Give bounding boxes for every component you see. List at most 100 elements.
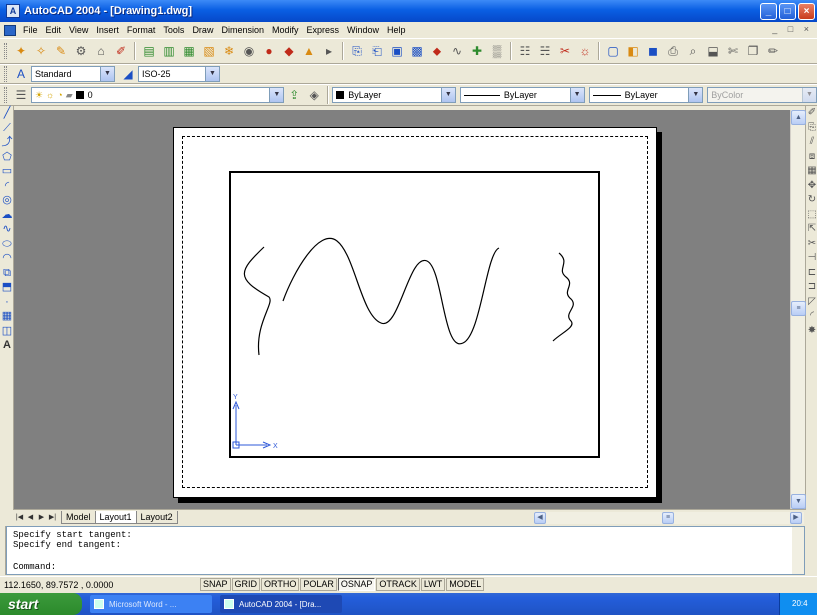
text-style-icon[interactable]: A xyxy=(12,65,30,83)
lineweight-select[interactable]: ByLayer ▼ xyxy=(588,87,704,103)
document-icon[interactable] xyxy=(4,24,16,36)
chevron-down-icon[interactable]: ▼ xyxy=(688,88,703,102)
hatch-icon[interactable]: ▦ xyxy=(0,309,14,324)
layer-lock-icon[interactable]: ● xyxy=(260,42,278,60)
make-layer-current-icon[interactable]: ⇪ xyxy=(285,86,303,104)
status-toggle-grid[interactable]: GRID xyxy=(231,578,261,591)
menu-draw[interactable]: Draw xyxy=(188,25,217,35)
menu-help[interactable]: Help xyxy=(383,25,410,35)
drawing-area[interactable]: Y X xyxy=(14,110,790,509)
horizontal-scroll-thumb[interactable]: ≡ xyxy=(662,512,674,524)
move-icon[interactable]: ✥ xyxy=(806,179,817,194)
menu-insert[interactable]: Insert xyxy=(92,25,123,35)
express-trim-icon[interactable]: ⌂ xyxy=(92,42,110,60)
status-toggle-otrack[interactable]: OTRACK xyxy=(376,578,420,591)
autocad-app-icon[interactable]: A xyxy=(6,4,20,18)
express-break-icon[interactable]: ✐ xyxy=(112,42,130,60)
move-copy-rotate-icon[interactable]: ▩ xyxy=(408,42,426,60)
scroll-down-icon[interactable]: ▼ xyxy=(791,494,806,509)
minimize-button[interactable]: _ xyxy=(760,3,777,20)
express-text-mask-icon[interactable]: ☼ xyxy=(576,42,594,60)
menu-edit[interactable]: Edit xyxy=(42,25,66,35)
extended-trim-icon[interactable]: ⬥ xyxy=(428,42,446,60)
mirror-icon[interactable]: ⫽ xyxy=(806,135,817,150)
taskbar-item-word[interactable]: Microsoft Word - ... xyxy=(90,595,212,613)
menu-modify[interactable]: Modify xyxy=(268,25,303,35)
cut-icon[interactable]: ✄ xyxy=(724,42,742,60)
menu-view[interactable]: View xyxy=(65,25,92,35)
break-icon[interactable]: ⊏ xyxy=(806,266,817,281)
tab-layout1[interactable]: Layout1 xyxy=(94,511,137,524)
express-text-icon[interactable]: ✧ xyxy=(32,42,50,60)
express-tools-icon[interactable]: ⚙ xyxy=(72,42,90,60)
layer-select[interactable]: ☀ ☼ ◔ ▰ 0 ▼ xyxy=(30,87,285,103)
command-prompt[interactable]: Command: xyxy=(13,562,56,572)
ellipse-icon[interactable]: ⬭ xyxy=(0,237,14,252)
taskbar-item-autocad[interactable]: AutoCAD 2004 - [Dra... xyxy=(220,595,342,613)
linetype-select[interactable]: ByLayer ▼ xyxy=(459,87,585,103)
menu-format[interactable]: Format xyxy=(123,25,160,35)
clock[interactable]: 20:4 xyxy=(792,599,808,608)
extended-offset-icon[interactable]: ∿ xyxy=(448,42,466,60)
dimension-style-select[interactable]: ISO-25 ▼ xyxy=(138,66,220,82)
extend-icon[interactable]: ⎗ xyxy=(368,42,386,60)
horizontal-scrollbar[interactable]: ◀ ≡ ▶ xyxy=(534,512,804,524)
express-attribute-icon[interactable]: ☵ xyxy=(536,42,554,60)
start-button[interactable]: start xyxy=(0,593,82,615)
document-window-controls[interactable]: _ □ × xyxy=(772,24,813,34)
layer-manager-icon[interactable]: ▤ xyxy=(140,42,158,60)
paper-viewport[interactable]: Y X xyxy=(229,171,600,458)
ellipse-arc-icon[interactable]: ◠ xyxy=(0,251,14,266)
menu-file[interactable]: File xyxy=(19,25,42,35)
color-select[interactable]: ByLayer ▼ xyxy=(332,87,456,103)
layer-unlock-icon[interactable]: ◆ xyxy=(280,42,298,60)
layer-previous-icon[interactable]: ▦ xyxy=(180,42,198,60)
text-style-select[interactable]: Standard ▼ xyxy=(31,66,115,82)
scroll-up-icon[interactable]: ▲ xyxy=(791,110,806,125)
maximize-button[interactable]: □ xyxy=(779,3,796,20)
first-tab-icon[interactable]: |◀ xyxy=(15,512,24,524)
express-layer-icon[interactable]: ✎ xyxy=(52,42,70,60)
join-icon[interactable]: ⊐ xyxy=(806,280,817,295)
toolbar-grip[interactable] xyxy=(4,66,7,82)
make-block-icon[interactable]: ⬒ xyxy=(0,280,14,295)
publish-icon[interactable]: ⬓ xyxy=(704,42,722,60)
print-icon[interactable]: ⎙ xyxy=(664,42,682,60)
status-toggle-model[interactable]: MODEL xyxy=(446,578,485,591)
scale-icon[interactable]: ⬚ xyxy=(806,208,817,223)
array-icon[interactable]: ▦ xyxy=(806,164,817,179)
express-block-icon[interactable]: ✦ xyxy=(12,42,30,60)
chevron-down-icon[interactable]: ▼ xyxy=(440,88,455,102)
next-tab-icon[interactable]: ▶ xyxy=(37,512,46,524)
offset-icon[interactable]: ⧈ xyxy=(806,150,817,165)
copy-object-icon[interactable]: ⎘ xyxy=(806,121,817,136)
scroll-right-icon[interactable]: ▶ xyxy=(790,512,802,524)
stretch-icon[interactable]: ⇱ xyxy=(806,222,817,237)
menu-express[interactable]: Express xyxy=(303,25,344,35)
save-icon[interactable]: ◼ xyxy=(644,42,662,60)
status-toggle-lwt[interactable]: LWT xyxy=(420,578,446,591)
circle-icon[interactable]: ◎ xyxy=(0,193,14,208)
print-preview-icon[interactable]: ⌕ xyxy=(684,42,702,60)
dimension-style-icon[interactable]: ◢ xyxy=(119,65,137,83)
extend-icon[interactable]: ⊣ xyxy=(806,251,817,266)
arc-icon[interactable]: ◜ xyxy=(0,179,14,194)
last-tab-icon[interactable]: ▶| xyxy=(48,512,57,524)
prev-tab-icon[interactable]: ◀ xyxy=(26,512,35,524)
chevron-down-icon[interactable]: ▼ xyxy=(569,88,584,102)
chevron-down-icon[interactable]: ▼ xyxy=(269,88,284,102)
layer-isolate-icon[interactable]: ▧ xyxy=(200,42,218,60)
layer-walk-icon[interactable]: ▲ xyxy=(300,42,318,60)
layer-merge-icon[interactable]: ▸ xyxy=(320,42,338,60)
chamfer-icon[interactable]: ◸ xyxy=(806,295,817,310)
tab-model[interactable]: Model xyxy=(61,511,96,524)
menu-tools[interactable]: Tools xyxy=(159,25,188,35)
status-toggle-osnap[interactable]: OSNAP xyxy=(337,578,376,591)
rotate-icon[interactable]: ↻ xyxy=(806,193,817,208)
layer-properties-icon[interactable]: ☰ xyxy=(12,86,30,104)
open-file-icon[interactable]: ◧ xyxy=(624,42,642,60)
polyline-icon[interactable]: ⤴ xyxy=(0,135,14,150)
chevron-down-icon[interactable]: ▼ xyxy=(205,67,219,81)
line-icon[interactable]: ╱ xyxy=(0,106,14,121)
express-dimension-icon[interactable]: ☷ xyxy=(516,42,534,60)
